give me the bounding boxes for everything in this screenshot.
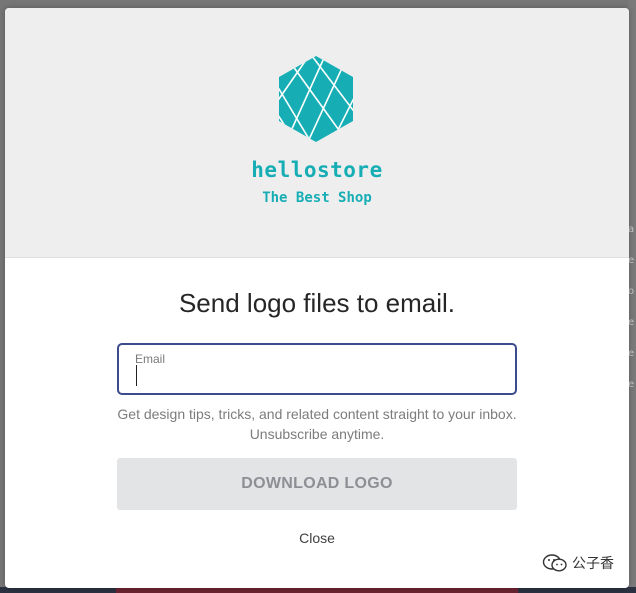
- backdrop-side-strip: a e o e e e: [628, 0, 636, 593]
- email-field-label: Email: [135, 352, 166, 366]
- brand-tagline: The Best Shop: [262, 190, 372, 206]
- backdrop-text-fragment: a: [628, 224, 635, 235]
- modal-heading: Send logo files to email.: [178, 288, 456, 318]
- download-logo-button[interactable]: DOWNLOAD LOGO: [117, 458, 517, 510]
- watermark: 公子香: [542, 552, 614, 574]
- text-cursor: [136, 365, 137, 386]
- email-input[interactable]: [135, 367, 505, 389]
- backdrop-text-fragment: e: [628, 317, 635, 328]
- backdrop-text-fragment: e: [628, 348, 635, 359]
- subscription-disclaimer: Get design tips, tricks, and related con…: [117, 406, 517, 442]
- backdrop-text-fragment: e: [628, 255, 635, 266]
- backdrop-text-fragment: e: [628, 379, 635, 390]
- backdrop-text-fragment: o: [628, 286, 635, 297]
- wechat-logo-icon: [542, 554, 567, 572]
- download-logo-modal: hellostore The Best Shop Send logo files…: [5, 8, 629, 588]
- watermark-text: 公子香: [572, 556, 614, 572]
- close-link[interactable]: Close: [5, 530, 629, 546]
- email-field[interactable]: Email: [117, 343, 517, 395]
- brand-name: hellostore: [251, 158, 383, 182]
- logo-preview: hellostore The Best Shop: [5, 8, 629, 258]
- hexagon-logo-icon: [279, 56, 353, 142]
